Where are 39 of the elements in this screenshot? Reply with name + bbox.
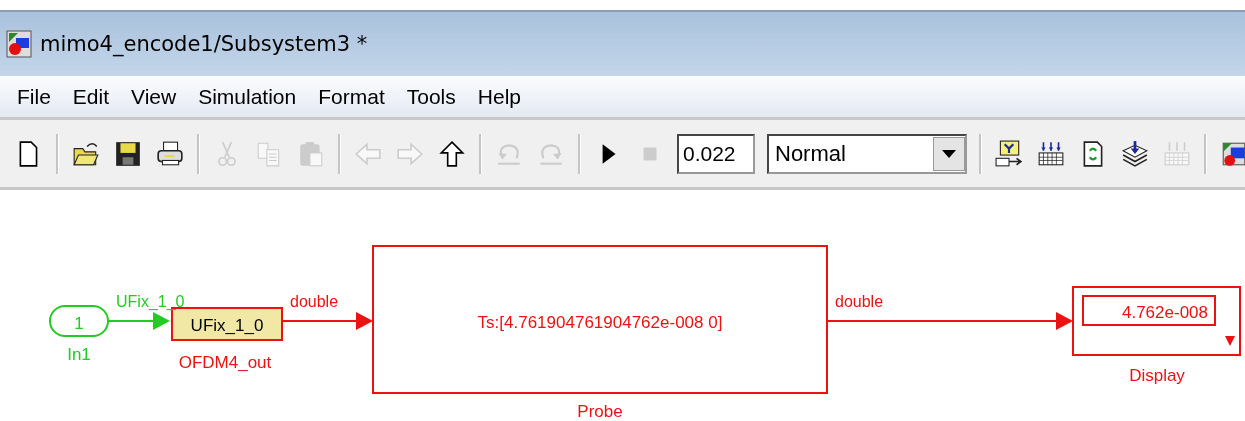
signal-label: UFix_1_0 bbox=[116, 293, 185, 310]
menu-item[interactable]: Edit bbox=[63, 82, 119, 111]
display-block[interactable] bbox=[1072, 286, 1241, 356]
menu-item[interactable]: Tools bbox=[397, 82, 465, 111]
stack-download-button[interactable] bbox=[1120, 138, 1150, 169]
clipboard-icon bbox=[297, 139, 325, 168]
print-icon bbox=[156, 139, 184, 168]
caret-icon bbox=[1225, 336, 1235, 346]
block-text: Ts:[4.761904761904762e-008 0] bbox=[477, 313, 723, 332]
dropdown-arrow-icon bbox=[942, 149, 956, 158]
signal-block-button[interactable] bbox=[994, 138, 1024, 169]
mode-dropdown[interactable]: Normal bbox=[767, 133, 967, 174]
grid-arrows-icon bbox=[1037, 139, 1065, 168]
menu-item[interactable]: File bbox=[8, 82, 60, 111]
block-label: Display bbox=[1129, 366, 1185, 385]
menu-item[interactable]: View bbox=[122, 82, 186, 111]
block-label: OFDM4_out bbox=[178, 353, 272, 372]
up-arrow-button[interactable] bbox=[437, 138, 467, 169]
probe-block[interactable] bbox=[372, 245, 828, 394]
window-title: mimo4_encode1/Subsystem3 * bbox=[40, 32, 368, 56]
port-number: 1 bbox=[74, 314, 84, 333]
signal-block-icon bbox=[995, 139, 1023, 168]
up-arrow-icon bbox=[438, 139, 466, 168]
block-text: UFix_1_0 bbox=[190, 316, 264, 335]
grid-arrows-icon bbox=[1163, 139, 1191, 168]
menu-item[interactable]: Format bbox=[309, 82, 394, 111]
menu-item[interactable]: Simulation bbox=[189, 82, 306, 111]
stop-time-field[interactable]: 0.022 bbox=[677, 133, 755, 174]
menu-item[interactable]: Help bbox=[468, 82, 530, 111]
signal-arrow[interactable] bbox=[826, 312, 1073, 330]
display-value: 4.762e-008 bbox=[1121, 303, 1208, 322]
signal-label: double bbox=[835, 293, 884, 310]
stack-download-icon bbox=[1121, 139, 1149, 168]
save-icon bbox=[114, 139, 142, 168]
model-icon bbox=[6, 30, 32, 58]
block-label: In1 bbox=[67, 345, 91, 364]
signal-arrow[interactable] bbox=[281, 312, 373, 330]
signal-label: double bbox=[290, 293, 339, 310]
block-label: Probe bbox=[577, 402, 623, 421]
